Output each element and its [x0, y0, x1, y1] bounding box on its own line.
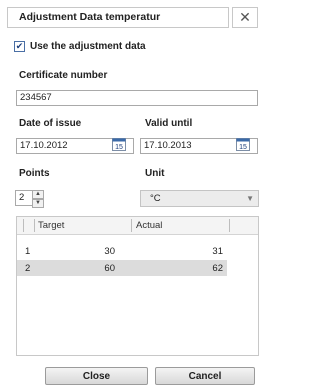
dialog-titlebar: Adjustment Data temperatur	[7, 7, 229, 28]
cell-target: 60	[104, 263, 115, 274]
dialog-title: Adjustment Data temperatur	[19, 11, 161, 23]
column-separator[interactable]	[229, 219, 230, 232]
close-glyph: ✕	[239, 9, 251, 25]
column-header-target[interactable]: Target	[38, 220, 64, 231]
column-separator[interactable]	[131, 219, 132, 232]
points-label: Points	[19, 168, 50, 179]
calendar-icon[interactable]: 15	[236, 137, 250, 151]
unit-label: Unit	[145, 168, 165, 179]
cancel-button[interactable]: Cancel	[155, 367, 255, 385]
svg-text:15: 15	[115, 144, 123, 151]
column-separator	[23, 219, 24, 232]
points-value[interactable]: 2	[15, 190, 33, 206]
chevron-down-icon: ▼	[246, 194, 254, 203]
use-adjustment-label: Use the adjustment data	[30, 41, 146, 52]
certificate-number-label: Certificate number	[19, 70, 108, 81]
close-icon[interactable]: ✕	[232, 7, 258, 28]
certificate-number-field[interactable]: 234567	[16, 90, 258, 106]
points-stepper-buttons: ▲ ▼	[32, 190, 44, 208]
points-stepper: 2 ▲ ▼	[15, 190, 44, 208]
adjustment-table: Target Actual 1 30 31 2 60 62	[16, 216, 259, 356]
close-button[interactable]: Close	[45, 367, 148, 385]
stepper-up-icon[interactable]: ▲	[32, 190, 44, 199]
valid-until-value: 17.10.2013	[144, 140, 192, 151]
use-adjustment-row[interactable]: ✔ Use the adjustment data	[14, 41, 146, 52]
table-row[interactable]: 1 30 31	[17, 243, 227, 259]
date-of-issue-label: Date of issue	[19, 118, 82, 129]
cell-target: 30	[104, 246, 115, 257]
checkmark-icon: ✔	[15, 41, 24, 51]
row-index: 2	[25, 263, 31, 274]
table-header: Target Actual	[17, 217, 258, 235]
table-row[interactable]: 2 60 62	[17, 260, 227, 276]
adjustment-dialog: Adjustment Data temperatur ✕ ✔ Use the a…	[0, 0, 263, 385]
date-of-issue-value: 17.10.2012	[20, 140, 68, 151]
stepper-down-icon[interactable]: ▼	[32, 199, 44, 208]
svg-text:15: 15	[239, 144, 247, 151]
column-separator	[34, 219, 35, 232]
calendar-icon[interactable]: 15	[112, 137, 126, 151]
cell-actual: 62	[212, 263, 223, 274]
unit-selected-value: °C	[150, 193, 161, 204]
row-index: 1	[25, 246, 31, 257]
use-adjustment-checkbox[interactable]: ✔	[14, 41, 25, 52]
unit-select[interactable]: °C ▼	[140, 190, 259, 207]
cell-actual: 31	[212, 246, 223, 257]
valid-until-label: Valid until	[145, 118, 193, 129]
column-header-actual[interactable]: Actual	[136, 220, 162, 231]
